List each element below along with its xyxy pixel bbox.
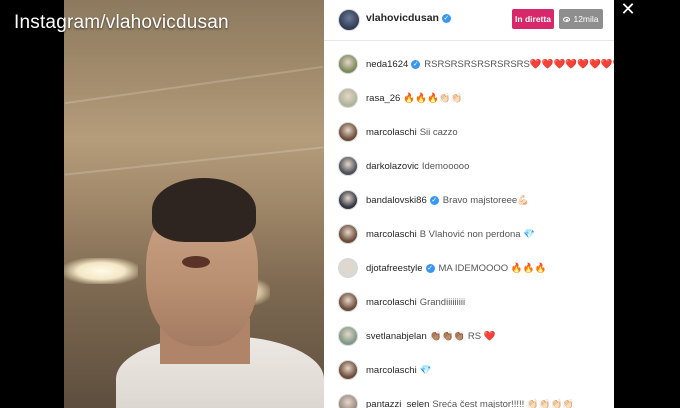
comment-row[interactable]: marcolaschi Grandiiiiiiiii bbox=[324, 288, 614, 318]
host-avatar[interactable] bbox=[338, 9, 360, 31]
comment-text: neda1624 ✓ RSRSRSRSRSRSRSRS❤️❤️❤️❤️❤️❤️❤️❤… bbox=[366, 59, 614, 70]
comment-username[interactable]: marcolaschi bbox=[366, 365, 417, 376]
comment-row[interactable]: marcolaschi B Vlahović non perdona 💎 bbox=[324, 220, 614, 250]
comment-message: Bravo majstoreee💪🏻 bbox=[442, 195, 530, 206]
comment-message: 🔥🔥🔥👏🏻👏🏻 bbox=[403, 93, 463, 104]
verified-icon: ✓ bbox=[425, 263, 435, 273]
comment-username[interactable]: marcolaschi bbox=[366, 229, 417, 240]
host-username-row[interactable]: vlahovicdusan ✓ bbox=[366, 12, 451, 24]
comment-message: Sreća čest majstor!!!!! 👏🏻👏🏻👏🏻👏🏻 bbox=[432, 399, 575, 408]
verified-icon: ✓ bbox=[429, 195, 439, 205]
comment-row[interactable]: neda1624 ✓ RSRSRSRSRSRSRSRS❤️❤️❤️❤️❤️❤️❤️❤… bbox=[324, 50, 614, 80]
comment-message: 💎 bbox=[419, 365, 432, 376]
comment-text: marcolaschi 💎 bbox=[366, 365, 432, 376]
live-comments-panel: vlahovicdusan ✓ In diretta 12mila neda162… bbox=[324, 0, 614, 408]
commenter-avatar[interactable] bbox=[338, 122, 358, 142]
comment-text: djotafreestyle ✓ MA IDEMOOOO 🔥🔥🔥 bbox=[366, 263, 546, 274]
comment-row[interactable]: darkolazovic Idemooooo bbox=[324, 152, 614, 182]
viewer-count: 12mila bbox=[573, 14, 599, 24]
host-username[interactable]: vlahovicdusan bbox=[366, 12, 439, 24]
comment-message: MA IDEMOOOO 🔥🔥🔥 bbox=[438, 263, 547, 274]
comment-row[interactable]: bandalovski86 ✓ Bravo majstoreee💪🏻 bbox=[324, 186, 614, 216]
commenter-avatar[interactable] bbox=[338, 224, 358, 244]
comment-username[interactable]: darkolazovic bbox=[366, 161, 419, 172]
commenter-avatar[interactable] bbox=[338, 258, 358, 278]
ceiling-light bbox=[64, 258, 138, 284]
verified-icon: ✓ bbox=[411, 59, 421, 69]
commenter-avatar[interactable] bbox=[338, 326, 358, 346]
comment-username[interactable]: bandalovski86 bbox=[366, 195, 427, 206]
comment-row[interactable]: marcolaschi Sii cazzo bbox=[324, 118, 614, 148]
comment-text: darkolazovic Idemooooo bbox=[366, 161, 469, 172]
comment-row[interactable]: djotafreestyle ✓ MA IDEMOOOO 🔥🔥🔥 bbox=[324, 254, 614, 284]
comment-username[interactable]: djotafreestyle bbox=[366, 263, 423, 274]
comment-username[interactable]: pantazzi_selen bbox=[366, 399, 429, 408]
comment-username[interactable]: neda1624 bbox=[366, 59, 408, 70]
person-mouth bbox=[182, 256, 210, 268]
verified-icon: ✓ bbox=[441, 13, 451, 23]
comment-message: Sii cazzo bbox=[419, 127, 458, 138]
comment-row[interactable]: marcolaschi 💎 bbox=[324, 356, 614, 386]
comment-row[interactable]: pantazzi_selen Sreća čest majstor!!!!! 👏🏻… bbox=[324, 390, 614, 408]
commenter-avatar[interactable] bbox=[338, 360, 358, 380]
commenter-avatar[interactable] bbox=[338, 190, 358, 210]
eye-icon bbox=[563, 17, 571, 23]
comment-username[interactable]: marcolaschi bbox=[366, 127, 417, 138]
comment-message: RSRSRSRSRSRSRSRS❤️❤️❤️❤️❤️❤️❤️❤️ RS bbox=[424, 59, 614, 70]
comment-message: Grandiiiiiiiii bbox=[419, 297, 466, 308]
watermark-text: Instagram/vlahovicdusan bbox=[14, 12, 229, 33]
commenter-avatar[interactable] bbox=[338, 54, 358, 74]
comment-row[interactable]: rasa_26 🔥🔥🔥👏🏻👏🏻 bbox=[324, 84, 614, 114]
comment-text: marcolaschi B Vlahović non perdona 💎 bbox=[366, 229, 535, 240]
comment-text: svetlanabjelan 👏🏽👏🏽👏🏽 RS ❤️ bbox=[366, 331, 496, 342]
commenter-avatar[interactable] bbox=[338, 394, 358, 408]
comment-row[interactable]: svetlanabjelan 👏🏽👏🏽👏🏽 RS ❤️ bbox=[324, 322, 614, 352]
close-icon[interactable]: ✕ bbox=[618, 0, 638, 20]
commenter-avatar[interactable] bbox=[338, 292, 358, 312]
live-header: vlahovicdusan ✓ In diretta 12mila bbox=[324, 0, 614, 41]
comment-message: B Vlahović non perdona 💎 bbox=[419, 229, 536, 240]
comment-text: bandalovski86 ✓ Bravo majstoreee💪🏻 bbox=[366, 195, 529, 206]
comment-text: rasa_26 🔥🔥🔥👏🏻👏🏻 bbox=[366, 93, 463, 104]
ceiling-seam bbox=[65, 65, 323, 105]
comment-username[interactable]: rasa_26 bbox=[366, 93, 400, 104]
viewers-badge[interactable]: 12mila bbox=[559, 9, 603, 29]
person-hair bbox=[152, 178, 256, 242]
live-video bbox=[64, 0, 324, 408]
commenter-avatar[interactable] bbox=[338, 88, 358, 108]
comment-message: Idemooooo bbox=[421, 161, 470, 172]
commenter-avatar[interactable] bbox=[338, 156, 358, 176]
ceiling-seam bbox=[64, 146, 324, 176]
comment-username[interactable]: svetlanabjelan bbox=[366, 331, 427, 342]
comment-text: marcolaschi Grandiiiiiiiii bbox=[366, 297, 465, 308]
live-badge: In diretta bbox=[512, 9, 554, 29]
comment-text: marcolaschi Sii cazzo bbox=[366, 127, 458, 138]
comment-text: pantazzi_selen Sreća čest majstor!!!!! 👏🏻… bbox=[366, 399, 574, 408]
comment-username[interactable]: marcolaschi bbox=[366, 297, 417, 308]
comment-message: 👏🏽👏🏽👏🏽 RS ❤️ bbox=[429, 331, 496, 342]
